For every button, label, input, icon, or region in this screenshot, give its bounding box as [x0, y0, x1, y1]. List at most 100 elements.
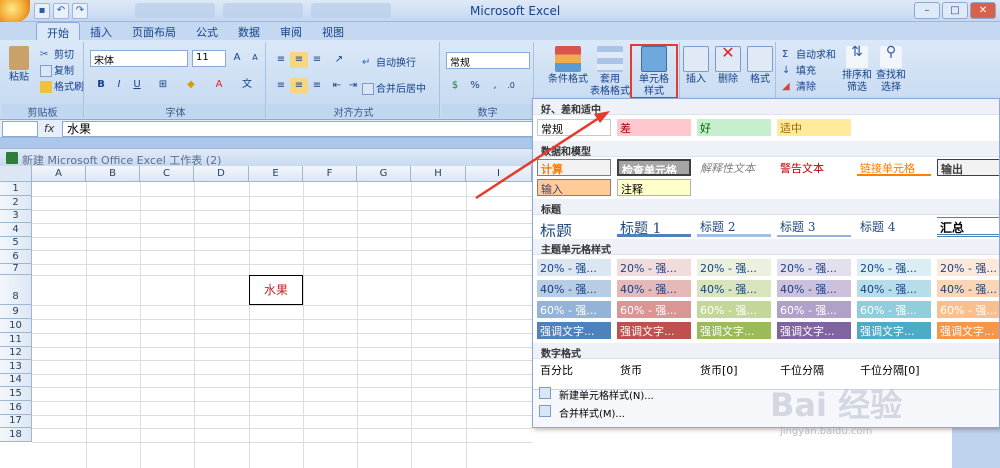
sort-filter-button[interactable]: ⇅ 排序和 筛选 [840, 44, 874, 94]
cut-button[interactable]: ✂ 剪切 [40, 46, 74, 61]
orientation-icon[interactable]: ↗ [330, 52, 348, 68]
style-calculation[interactable]: 计算 [537, 159, 611, 176]
column-header[interactable]: D [194, 166, 249, 182]
style-heading-2[interactable]: 标题 2 [697, 217, 771, 237]
style-60-accent5[interactable]: 60% - 强... [857, 301, 931, 318]
format-painter-button[interactable]: 格式刷 [40, 78, 84, 93]
font-color-icon[interactable]: A [210, 77, 228, 93]
currency-icon[interactable]: $ [446, 78, 464, 94]
insert-cells-button[interactable]: 插入 [680, 44, 712, 86]
style-note[interactable]: 注释 [617, 179, 691, 196]
merge-center-button[interactable]: 合并后居中 [362, 80, 426, 95]
row-header[interactable]: 18 [0, 428, 32, 442]
autosum-button[interactable]: Σ 自动求和 [782, 46, 836, 61]
style-accent1[interactable]: 强调文字... [537, 322, 611, 339]
style-60-accent4[interactable]: 60% - 强... [777, 301, 851, 318]
tab-home[interactable]: 开始 [36, 22, 80, 40]
row-header[interactable]: 11 [0, 333, 32, 347]
number-format-select[interactable]: 常规 [446, 52, 530, 69]
undo-icon[interactable]: ↶ [53, 3, 69, 19]
style-20-accent4[interactable]: 20% - 强... [777, 259, 851, 276]
align-right-icon[interactable]: ≡ [308, 78, 326, 94]
style-currency-0[interactable]: 货币[0] [697, 361, 771, 378]
row-header[interactable]: 12 [0, 347, 32, 360]
align-center-icon[interactable]: ≡ [290, 78, 308, 94]
style-accent6[interactable]: 强调文字... [937, 322, 999, 339]
style-title[interactable]: 标题 [537, 217, 611, 237]
column-header[interactable]: H [411, 166, 466, 182]
style-neutral[interactable]: 适中 [777, 119, 851, 136]
name-box[interactable] [2, 121, 38, 137]
style-currency[interactable]: 货币 [617, 361, 691, 378]
style-heading-3[interactable]: 标题 3 [777, 217, 851, 237]
font-size-select[interactable]: 11 [192, 50, 226, 67]
column-header[interactable]: I [466, 166, 532, 182]
row-header[interactable]: 5 [0, 237, 32, 250]
underline-button[interactable]: U [128, 77, 146, 93]
tab-insert[interactable]: 插入 [80, 22, 122, 40]
selected-cell-e8[interactable]: 水果 [249, 275, 303, 305]
row-header[interactable]: 2 [0, 196, 32, 210]
style-40-accent2[interactable]: 40% - 强... [617, 280, 691, 297]
style-input[interactable]: 输入 [537, 179, 611, 196]
style-60-accent2[interactable]: 60% - 强... [617, 301, 691, 318]
tab-data[interactable]: 数据 [228, 22, 270, 40]
style-accent2[interactable]: 强调文字... [617, 322, 691, 339]
maximize-button[interactable]: □ [942, 2, 968, 19]
style-bad[interactable]: 差 [617, 119, 691, 136]
style-warning[interactable]: 警告文本 [777, 159, 851, 176]
row-header[interactable]: 13 [0, 360, 32, 374]
office-button[interactable] [0, 0, 30, 22]
tab-formulas[interactable]: 公式 [186, 22, 228, 40]
align-bottom-icon[interactable]: ≡ [308, 52, 326, 68]
row-header[interactable]: 15 [0, 387, 32, 401]
save-icon[interactable]: ▪ [34, 3, 50, 19]
tab-review[interactable]: 审阅 [270, 22, 312, 40]
style-40-accent1[interactable]: 40% - 强... [537, 280, 611, 297]
taskbar-tab[interactable] [311, 3, 391, 18]
style-20-accent5[interactable]: 20% - 强... [857, 259, 931, 276]
select-all-corner[interactable] [0, 166, 32, 182]
align-left-icon[interactable]: ≡ [272, 78, 290, 94]
style-output[interactable]: 输出 [937, 159, 999, 176]
percent-icon[interactable]: % [466, 78, 484, 94]
style-60-accent6[interactable]: 60% - 强... [937, 301, 999, 318]
column-header[interactable]: G [357, 166, 411, 182]
phonetic-icon[interactable]: 文 [238, 77, 256, 93]
fill-button[interactable]: ↓ 填充 [782, 62, 816, 77]
style-accent3[interactable]: 强调文字... [697, 322, 771, 339]
style-heading-4[interactable]: 标题 4 [857, 217, 931, 237]
taskbar-tab[interactable] [223, 3, 303, 18]
redo-icon[interactable]: ↷ [72, 3, 88, 19]
fx-icon[interactable]: fx [44, 122, 54, 135]
style-20-accent3[interactable]: 20% - 强... [697, 259, 771, 276]
style-total[interactable]: 汇总 [937, 217, 999, 237]
column-header[interactable]: F [303, 166, 357, 182]
style-60-accent1[interactable]: 60% - 强... [537, 301, 611, 318]
close-button[interactable]: ✕ [970, 2, 996, 19]
row-header[interactable]: 4 [0, 223, 32, 237]
paste-button[interactable]: 粘贴 [4, 44, 34, 84]
format-cells-button[interactable]: 格式 [744, 44, 776, 86]
copy-button[interactable]: 复制 [40, 62, 74, 77]
column-header[interactable]: A [32, 166, 86, 182]
row-header[interactable]: 6 [0, 250, 32, 264]
style-20-accent6[interactable]: 20% - 强... [937, 259, 999, 276]
wrap-text-button[interactable]: ↵ 自动换行 [362, 54, 416, 69]
row-header[interactable]: 14 [0, 374, 32, 387]
style-comma-0[interactable]: 千位分隔[0] [857, 361, 931, 378]
column-header[interactable]: B [86, 166, 140, 182]
font-name-select[interactable]: 宋体 [90, 50, 188, 67]
clear-button[interactable]: ◢ 清除 [782, 78, 816, 93]
row-header[interactable]: 7 [0, 264, 32, 275]
style-explanatory[interactable]: 解释性文本 [697, 159, 771, 176]
style-40-accent3[interactable]: 40% - 强... [697, 280, 771, 297]
row-header[interactable]: 10 [0, 319, 32, 333]
increase-indent-icon[interactable]: ⇥ [344, 78, 362, 94]
style-heading-1[interactable]: 标题 1 [617, 217, 691, 237]
style-linked-cell[interactable]: 链接单元格 [857, 159, 931, 176]
style-normal[interactable]: 常规 [537, 119, 611, 136]
style-accent5[interactable]: 强调文字... [857, 322, 931, 339]
bold-button[interactable]: B [92, 77, 110, 93]
align-middle-icon[interactable]: ≡ [290, 52, 308, 68]
